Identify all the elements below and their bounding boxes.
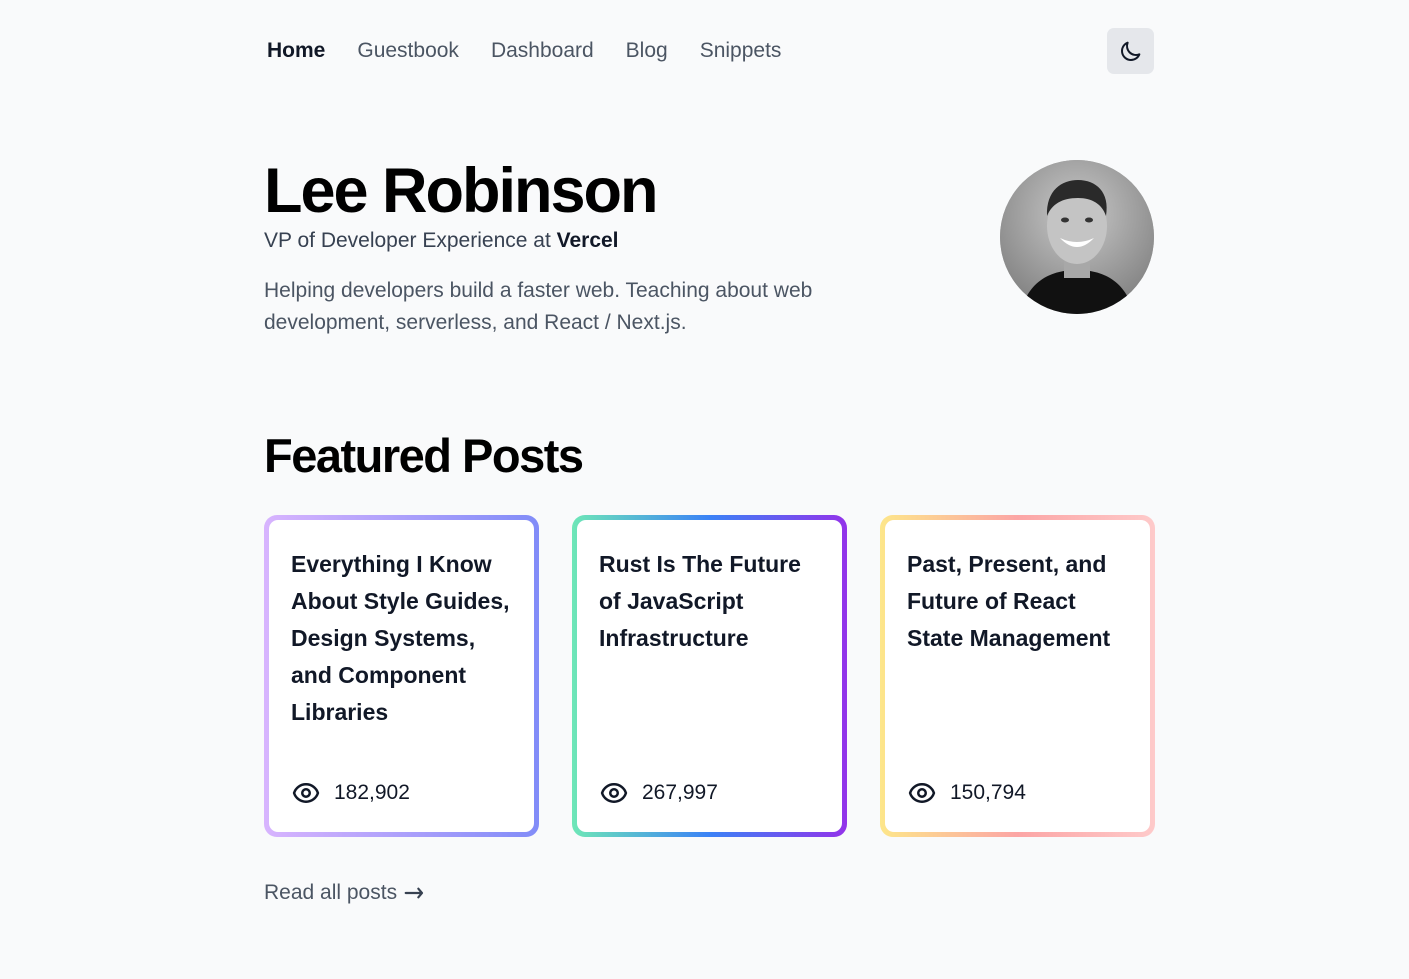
nav-link-snippets[interactable]: Snippets xyxy=(688,31,794,71)
post-card-view-count: 150,794 xyxy=(950,781,1026,804)
post-card-title: Everything I Know About Style Guides, De… xyxy=(291,551,510,725)
eye-icon xyxy=(600,783,628,803)
post-card-views: 267,997 xyxy=(599,778,718,808)
post-card[interactable]: Rust Is The Future of JavaScript Infrast… xyxy=(572,515,847,837)
post-card-title: Past, Present, and Future of React State… xyxy=(907,551,1111,651)
top-nav: Home Guestbook Dashboard Blog Snippets xyxy=(255,28,1154,74)
nav-link-guestbook[interactable]: Guestbook xyxy=(345,31,471,71)
post-card-title: Rust Is The Future of JavaScript Infrast… xyxy=(599,551,801,651)
theme-toggle-button[interactable] xyxy=(1107,28,1154,74)
featured-posts-list: Everything I Know About Style Guides, De… xyxy=(264,515,1155,837)
nav-link-blog[interactable]: Blog xyxy=(614,31,680,71)
post-card-body: Rust Is The Future of JavaScript Infrast… xyxy=(577,520,842,832)
post-card-views: 150,794 xyxy=(907,778,1026,808)
eye-icon xyxy=(292,783,320,803)
avatar xyxy=(1000,160,1154,314)
post-card[interactable]: Everything I Know About Style Guides, De… xyxy=(264,515,539,837)
featured-posts-title: Featured Posts xyxy=(264,429,584,482)
post-card-body: Past, Present, and Future of React State… xyxy=(885,520,1150,832)
post-card-view-count: 267,997 xyxy=(642,781,718,804)
hero-role-company: Vercel xyxy=(556,229,619,252)
post-card[interactable]: Past, Present, and Future of React State… xyxy=(880,515,1155,837)
post-card-body: Everything I Know About Style Guides, De… xyxy=(269,520,534,832)
nav-links: Home Guestbook Dashboard Blog Snippets xyxy=(255,31,801,71)
hero-bio: Helping developers build a faster web. T… xyxy=(264,279,813,334)
nav-link-home[interactable]: Home xyxy=(255,31,337,71)
avatar-photo xyxy=(1000,160,1154,314)
read-all-posts-link[interactable]: Read all posts xyxy=(264,880,429,906)
eye-icon xyxy=(908,783,936,803)
arrow-right-icon xyxy=(404,887,424,899)
post-card-views: 182,902 xyxy=(291,778,410,808)
post-card-view-count: 182,902 xyxy=(334,781,410,804)
nav-link-dashboard[interactable]: Dashboard xyxy=(479,31,606,71)
moon-icon xyxy=(1120,41,1140,61)
read-all-posts-label: Read all posts xyxy=(264,881,398,904)
hero-role-prefix: VP of Developer Experience at xyxy=(264,229,557,252)
